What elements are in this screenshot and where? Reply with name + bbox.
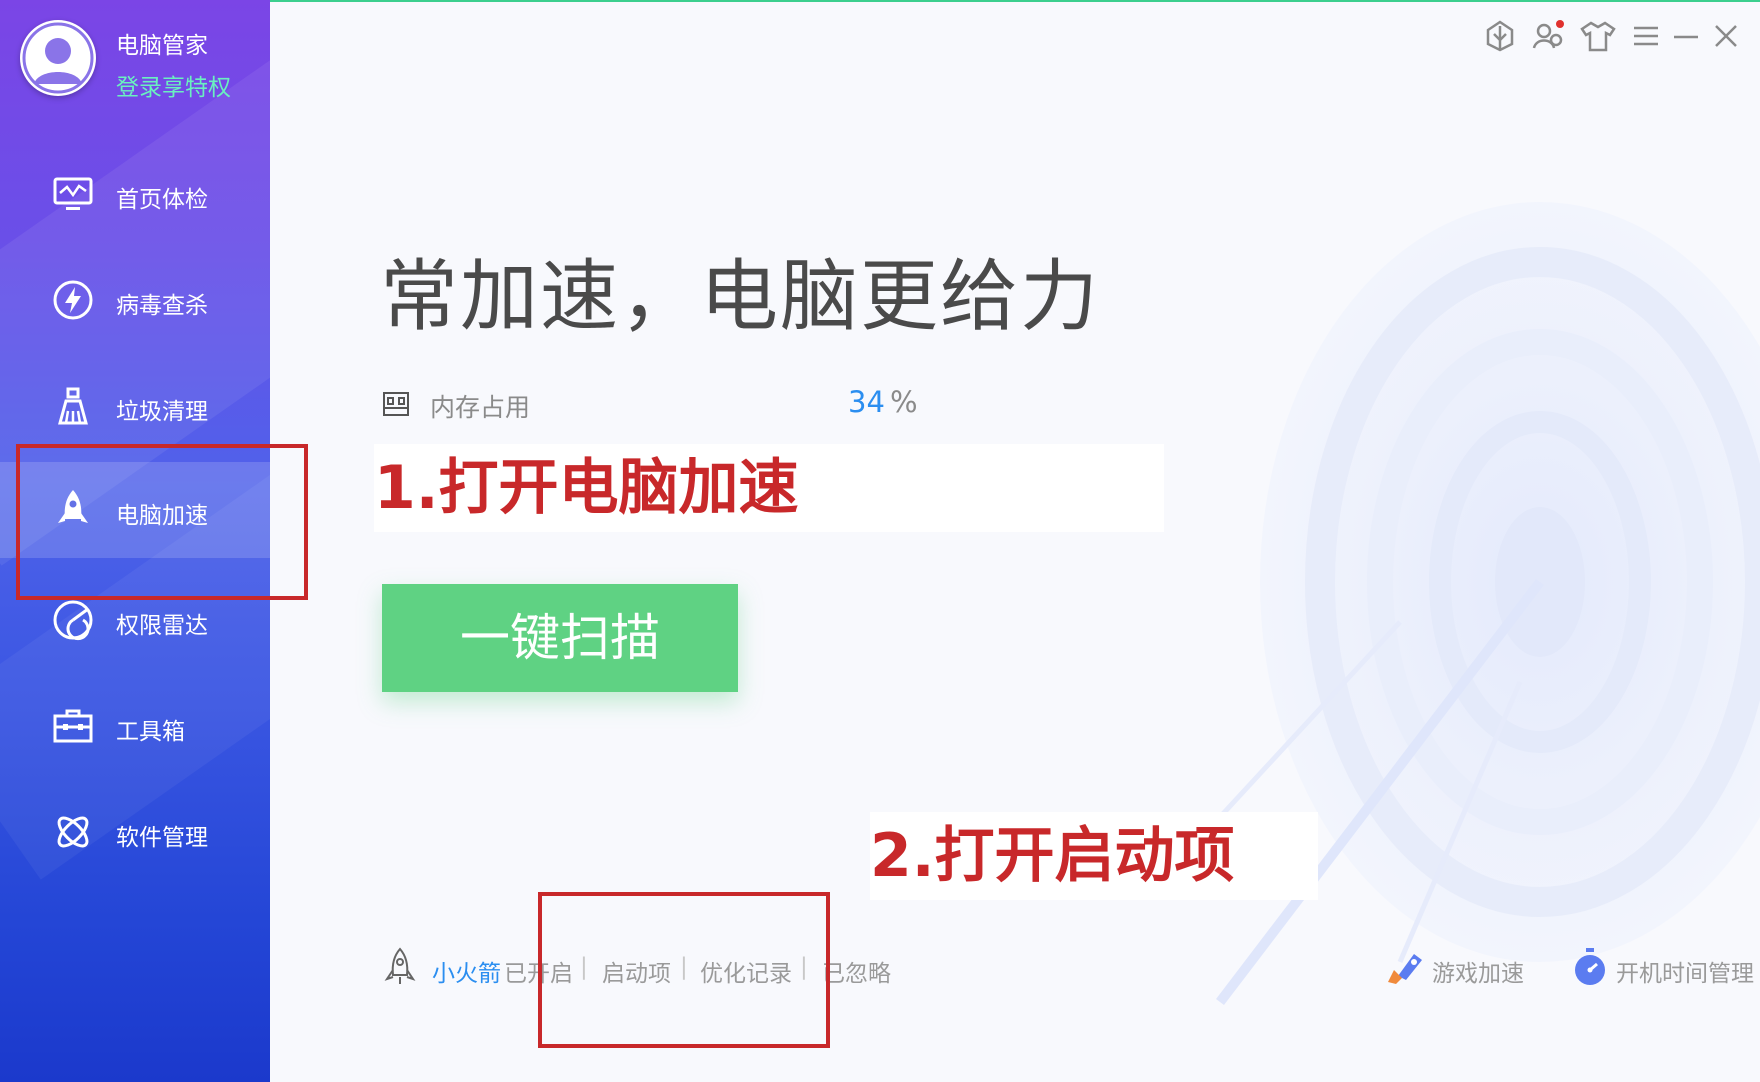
- memory-usage-value: 34: [848, 385, 885, 419]
- avatar[interactable]: [20, 20, 96, 96]
- sidebar-item-label: 软件管理: [116, 825, 208, 851]
- lightning-shield-icon: [53, 280, 93, 320]
- sidebar-item-label: 权限雷达: [116, 613, 208, 639]
- sidebar-item-label: 工具箱: [116, 719, 185, 745]
- app-name: 电脑管家: [116, 33, 208, 59]
- cloud-icon[interactable]: [1480, 16, 1520, 56]
- game-boost-link[interactable]: 游戏加速: [1432, 954, 1524, 988]
- memory-chip-icon: [383, 392, 409, 416]
- annotation-label-step1: 1.打开电脑加速: [374, 444, 1164, 532]
- annotation-box-step2: [538, 892, 830, 1048]
- app-window: 电脑管家 登录享特权 首页体检 病毒查杀 垃圾清理 电脑加速 权限雷达 工具箱 …: [0, 0, 1760, 1082]
- sidebar-item-software-manage[interactable]: 软件管理: [0, 784, 270, 880]
- login-link[interactable]: 登录享特权: [116, 68, 231, 102]
- boot-time-manage-link[interactable]: 开机时间管理: [1616, 954, 1754, 988]
- annotation-box-step1: [16, 444, 308, 600]
- software-icon: [57, 816, 89, 848]
- broom-icon: [58, 387, 88, 425]
- skin-icon[interactable]: [1578, 16, 1618, 56]
- toolbox-icon: [53, 709, 93, 743]
- sidebar-item-label: 垃圾清理: [116, 399, 208, 425]
- main-panel: 常加速，电脑更给力 内存占用 34 % 一键扫描 小火箭 已开启 | 启动项 |…: [270, 0, 1760, 1082]
- user-notification-icon[interactable]: [1528, 16, 1568, 56]
- sidebar-item-toolbox[interactable]: 工具箱: [0, 678, 270, 774]
- background-decoration: [1158, 202, 1760, 1006]
- menu-icon[interactable]: [1626, 16, 1666, 56]
- minimize-icon[interactable]: [1666, 16, 1706, 56]
- annotation-label-step2: 2.打开启动项: [870, 812, 1318, 900]
- memory-usage-unit: %: [890, 385, 918, 419]
- one-click-scan-button[interactable]: 一键扫描: [382, 584, 738, 692]
- game-boost-icon[interactable]: [1384, 946, 1426, 988]
- small-rocket-icon: [384, 947, 416, 984]
- memory-usage-label: 内存占用: [430, 393, 531, 422]
- page-title: 常加速，电脑更给力: [380, 252, 1101, 342]
- close-icon[interactable]: [1706, 16, 1746, 56]
- stopwatch-icon[interactable]: [1570, 946, 1610, 988]
- sidebar-item-label: 病毒查杀: [116, 293, 208, 319]
- window-controls: [1480, 16, 1750, 56]
- ignored-link[interactable]: 已忽略: [822, 954, 891, 988]
- sidebar-item-virus-scan[interactable]: 病毒查杀: [0, 252, 270, 348]
- small-rocket-link[interactable]: 小火箭: [432, 954, 501, 988]
- sidebar-item-label: 首页体检: [116, 187, 208, 213]
- monitor-icon: [53, 177, 93, 210]
- sidebar-item-junk-clean[interactable]: 垃圾清理: [0, 358, 270, 454]
- radar-icon: [53, 600, 93, 641]
- sidebar-item-home-checkup[interactable]: 首页体检: [0, 146, 270, 242]
- user-avatar-icon: [22, 22, 94, 94]
